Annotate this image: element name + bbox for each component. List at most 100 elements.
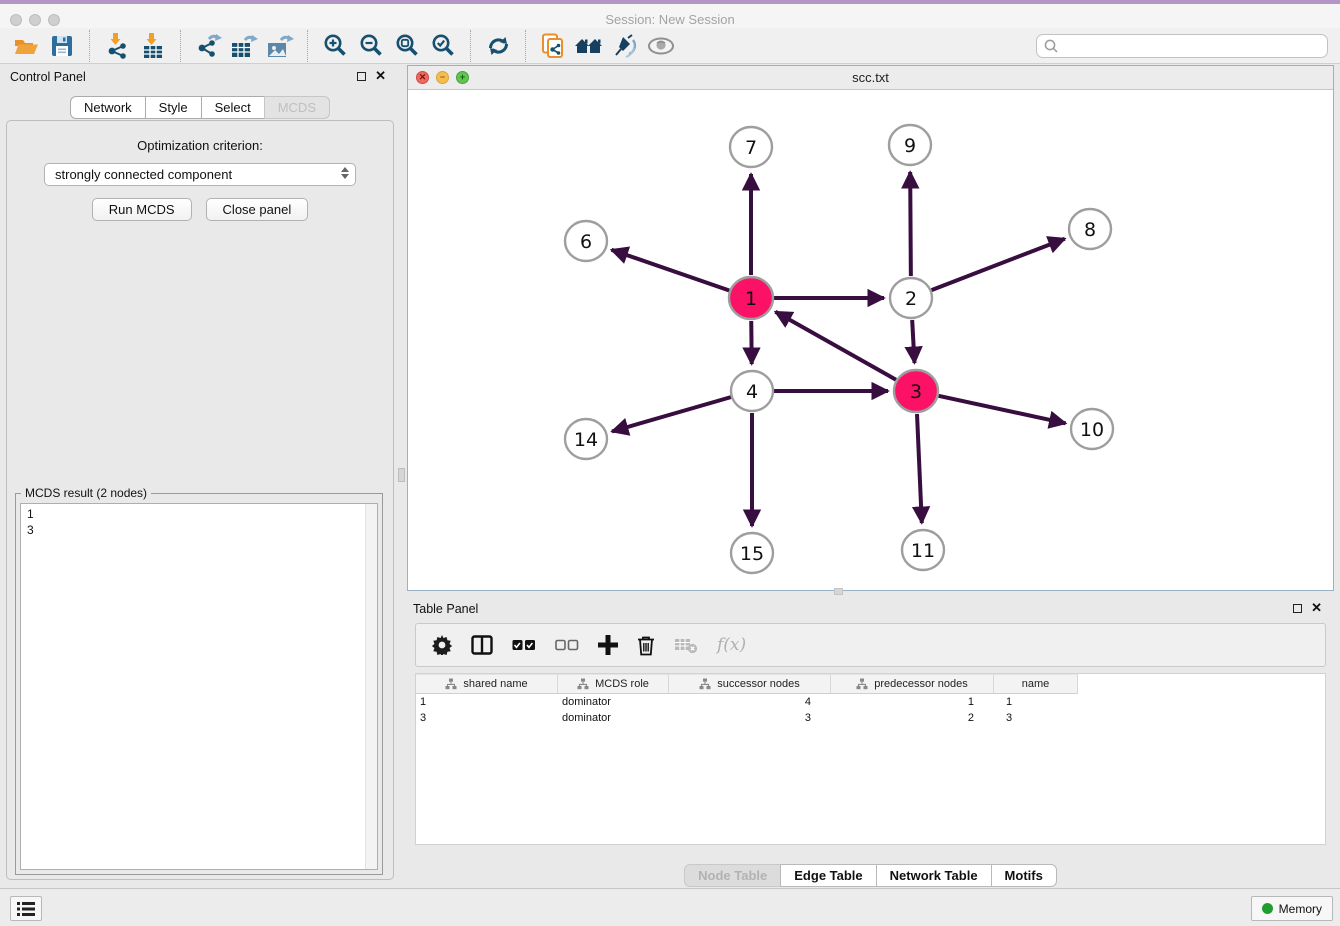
status-bar: Memory xyxy=(0,888,1340,926)
column-header-predecessor-nodes[interactable]: predecessor nodes xyxy=(831,674,994,694)
graph-edge-2-9[interactable] xyxy=(910,172,911,276)
show-hide-button[interactable] xyxy=(643,30,679,62)
toolbar-separator xyxy=(180,30,181,62)
table-cell[interactable]: 4 xyxy=(669,696,831,708)
graph-node-label: 7 xyxy=(745,137,757,159)
graph-edge-2-3[interactable] xyxy=(912,320,914,363)
table-cell[interactable]: dominator xyxy=(558,712,669,724)
memory-button[interactable]: Memory xyxy=(1251,896,1333,921)
graph-node-label: 15 xyxy=(740,543,764,565)
column-header-successor-nodes[interactable]: successor nodes xyxy=(669,674,831,694)
zoom-out-button[interactable] xyxy=(353,30,389,62)
float-panel-icon[interactable] xyxy=(357,72,366,81)
app-titlebar: Session: New Session xyxy=(0,4,1340,28)
column-type-icon xyxy=(699,678,711,690)
app-title: Session: New Session xyxy=(0,12,1340,27)
horizontal-splitter-handle[interactable] xyxy=(834,588,843,595)
close-panel-icon[interactable]: ✕ xyxy=(375,69,386,83)
open-session-button[interactable] xyxy=(8,30,44,62)
criterion-select[interactable]: strongly connected component xyxy=(44,163,356,186)
table-cell[interactable]: 3 xyxy=(416,712,558,724)
tab-network-table[interactable]: Network Table xyxy=(876,864,992,887)
memory-status-icon xyxy=(1262,903,1273,914)
import-network-button[interactable] xyxy=(99,30,135,62)
column-header-label: shared name xyxy=(463,678,527,690)
table-settings-button[interactable] xyxy=(432,635,452,655)
toolbar-separator xyxy=(525,30,526,62)
add-column-button[interactable] xyxy=(598,635,618,655)
export-network-button[interactable] xyxy=(190,30,226,62)
node-table[interactable]: shared name MCDS role successor nodes prede… xyxy=(415,673,1326,845)
clone-network-button[interactable] xyxy=(535,30,571,62)
search-box[interactable] xyxy=(1036,34,1328,58)
first-neighbors-button[interactable] xyxy=(571,30,607,62)
graph-edge-2-8[interactable] xyxy=(932,239,1065,290)
export-table-button[interactable] xyxy=(226,30,262,62)
gear-icon xyxy=(432,635,452,655)
deselect-all-button[interactable] xyxy=(555,639,579,651)
result-line: 1 xyxy=(27,506,377,522)
plus-icon xyxy=(598,635,618,655)
apply-layout-button[interactable] xyxy=(480,30,516,62)
graph-edge-3-11[interactable] xyxy=(917,414,922,523)
graph-node-label: 11 xyxy=(911,540,935,562)
tab-node-table[interactable]: Node Table xyxy=(684,864,781,887)
mcds-result-group: MCDS result (2 nodes) 13 xyxy=(15,493,383,875)
close-table-panel-icon[interactable]: ✕ xyxy=(1311,601,1322,615)
tab-mcds[interactable]: MCDS xyxy=(264,96,330,119)
table-cell[interactable]: 1 xyxy=(416,696,558,708)
column-type-icon xyxy=(856,678,868,690)
tab-select[interactable]: Select xyxy=(201,96,265,119)
table-cell[interactable]: 3 xyxy=(994,712,1078,724)
result-scrollbar[interactable] xyxy=(365,504,377,869)
function-builder-button[interactable]: f(x) xyxy=(717,635,746,655)
table-cell[interactable]: 3 xyxy=(669,712,831,724)
table-cell[interactable]: dominator xyxy=(558,696,669,708)
tab-network[interactable]: Network xyxy=(70,96,146,119)
mcds-panel-body: Optimization criterion: strongly connect… xyxy=(6,120,394,880)
tab-style[interactable]: Style xyxy=(145,96,202,119)
task-history-button[interactable] xyxy=(10,896,42,921)
import-table-button[interactable] xyxy=(135,30,171,62)
run-mcds-button[interactable]: Run MCDS xyxy=(92,198,192,221)
column-header-name[interactable]: name xyxy=(994,674,1078,694)
column-header-MCDS-role[interactable]: MCDS role xyxy=(558,674,669,694)
network-canvas[interactable]: 7968124314101511 xyxy=(408,89,1333,590)
select-all-button[interactable] xyxy=(512,639,536,651)
control-panel: Control Panel ✕ Network Style Select MCD… xyxy=(0,65,400,882)
table-cell[interactable]: 1 xyxy=(831,696,994,708)
zoom-in-button[interactable] xyxy=(317,30,353,62)
table-cell[interactable]: 1 xyxy=(994,696,1078,708)
painter-icon xyxy=(612,34,638,58)
table-row[interactable]: 3dominator323 xyxy=(416,710,1325,726)
tab-edge-table[interactable]: Edge Table xyxy=(780,864,876,887)
graph-edge-3-10[interactable] xyxy=(938,396,1065,423)
table-row[interactable]: 1dominator411 xyxy=(416,694,1325,710)
graph-edge-3-1[interactable] xyxy=(775,312,896,380)
close-panel-button[interactable]: Close panel xyxy=(206,198,309,221)
zoom-selected-button[interactable] xyxy=(425,30,461,62)
save-session-button[interactable] xyxy=(44,30,80,62)
vertical-splitter-handle[interactable] xyxy=(398,468,405,482)
hide-graphics-details-button[interactable] xyxy=(607,30,643,62)
mcds-result-text[interactable]: 13 xyxy=(20,503,378,870)
import-table-icon xyxy=(140,33,166,59)
export-image-button[interactable] xyxy=(262,30,298,62)
zoom-selected-icon xyxy=(431,33,456,58)
tab-motifs[interactable]: Motifs xyxy=(991,864,1057,887)
column-header-shared-name[interactable]: shared name xyxy=(416,674,558,694)
home-icon xyxy=(574,35,604,57)
column-header-label: successor nodes xyxy=(717,678,800,690)
delete-column-button[interactable] xyxy=(637,635,655,656)
delete-table-button[interactable] xyxy=(674,636,698,654)
split-columns-button[interactable] xyxy=(471,635,493,655)
zoom-fit-button[interactable] xyxy=(389,30,425,62)
clone-network-icon xyxy=(540,33,566,59)
float-table-panel-icon[interactable] xyxy=(1293,604,1302,613)
search-input[interactable] xyxy=(1059,38,1327,54)
table-panel-title: Table Panel xyxy=(413,602,478,616)
graph-edge-1-6[interactable] xyxy=(612,250,730,291)
table-cell[interactable]: 2 xyxy=(831,712,994,724)
import-network-icon xyxy=(104,33,130,59)
graph-edge-4-14[interactable] xyxy=(612,397,731,431)
